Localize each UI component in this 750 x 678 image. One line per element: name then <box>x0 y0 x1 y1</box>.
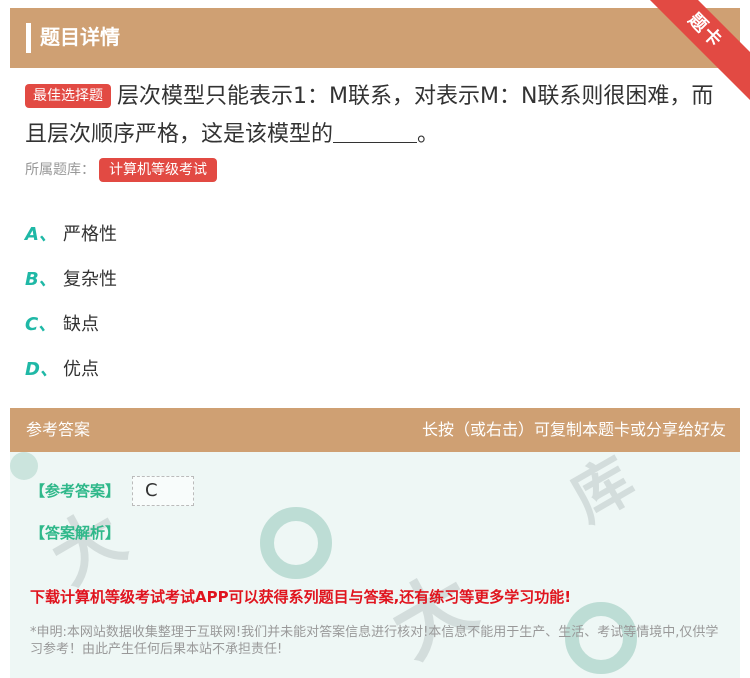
source-label: 所属题库： <box>25 162 95 178</box>
option-text: 复杂性 <box>63 268 117 290</box>
reference-answer-value: C <box>132 476 194 506</box>
reference-answer-label: 【参考答案】 <box>30 482 121 500</box>
option-c[interactable]: C、 缺点 <box>25 300 725 345</box>
answer-panel: 大 大 库 【参考答案】 C 【答案解析】 下载计算机等级考试考试APP可以获得… <box>10 452 740 678</box>
watermark-dot <box>10 452 38 480</box>
option-letter: D、 <box>25 358 58 380</box>
option-d[interactable]: D、 优点 <box>25 345 725 390</box>
answer-analysis-label: 【答案解析】 <box>30 524 121 542</box>
option-letter: B、 <box>25 268 57 290</box>
page-title: 题目详情 <box>40 25 120 49</box>
title-bar: 题目详情 <box>10 8 740 68</box>
library-tag[interactable]: 计算机等级考试 <box>99 158 217 182</box>
answer-blank <box>333 119 418 143</box>
share-hint: 长按（或右击）可复制本题卡或分享给好友 <box>421 420 726 439</box>
option-letter: A、 <box>25 223 57 245</box>
answer-header-title: 参考答案 <box>26 420 91 439</box>
question-type-tag: 最佳选择题 <box>25 84 111 108</box>
question-text: 最佳选择题 层次模型只能表示1：M联系，对表示M：N联系则很困难，而且层次顺序严格… <box>25 78 725 154</box>
watermark-glyph: 库 <box>559 452 647 536</box>
options-list: A、 严格性 B、 复杂性 C、 缺点 D、 优点 <box>25 210 725 390</box>
app-promo-text[interactable]: 下载计算机等级考试考试APP可以获得系列题目与答案,还有练习等更多学习功能! <box>30 586 571 607</box>
answer-header: 参考答案 长按（或右击）可复制本题卡或分享给好友 <box>10 408 740 452</box>
disclaimer-text: *申明:本网站数据收集整理于互联网!我们并未能对答案信息进行核对!本信息不能用于… <box>30 625 719 657</box>
option-b[interactable]: B、 复杂性 <box>25 255 725 300</box>
title-accent-bar <box>26 23 31 53</box>
question-source: 所属题库： 计算机等级考试 <box>25 158 217 182</box>
option-text: 优点 <box>63 358 99 380</box>
option-text: 缺点 <box>63 313 99 335</box>
option-a[interactable]: A、 严格性 <box>25 210 725 255</box>
option-text: 严格性 <box>63 223 117 245</box>
watermark-logo <box>260 507 332 579</box>
question-card: 题目详情 题卡 最佳选择题 层次模型只能表示1：M联系，对表示M：N联系则很困难，… <box>0 0 750 678</box>
question-stem-end: 。 <box>417 122 440 147</box>
option-letter: C、 <box>25 313 57 335</box>
